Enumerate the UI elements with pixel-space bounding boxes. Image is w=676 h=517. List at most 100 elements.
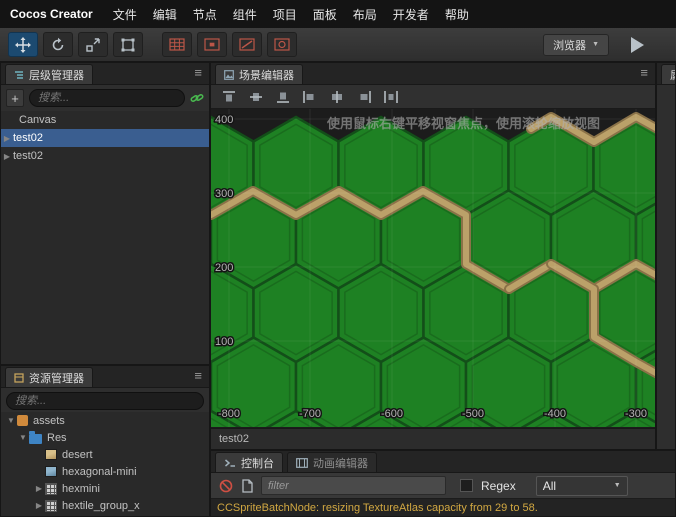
- move-tool-button[interactable]: [8, 32, 38, 57]
- collapse-arrow-icon[interactable]: ▶: [33, 484, 45, 493]
- hex-tilemap: -800 -700 -600 -500 -400 -300 400 300 200 100: [211, 109, 655, 427]
- hierarchy-node-canvas[interactable]: Canvas: [1, 111, 209, 129]
- image-asset-icon: [45, 466, 57, 477]
- collapse-arrow-icon[interactable]: ▶: [1, 152, 13, 161]
- asset-label: Res: [47, 431, 67, 444]
- console-filter-input[interactable]: [261, 476, 446, 495]
- align-left-button[interactable]: [298, 87, 322, 107]
- log-level-select[interactable]: All ▼: [535, 475, 628, 496]
- assets-toolbar: [1, 388, 209, 414]
- asset-node-hexmini[interactable]: ▶ hexmini: [1, 480, 209, 497]
- align-bottom-icon: [277, 92, 289, 103]
- console-tab-label: 控制台: [241, 457, 274, 470]
- expand-arrow-icon[interactable]: ▼: [5, 416, 17, 425]
- hierarchy-search-input[interactable]: [29, 89, 185, 107]
- align-right-icon: [360, 90, 371, 103]
- tile-brush-icon: [204, 38, 220, 51]
- menu-item-layout[interactable]: 布局: [345, 6, 385, 23]
- tab-console[interactable]: 控制台: [215, 452, 283, 472]
- rect-tool-button[interactable]: [113, 32, 143, 57]
- main-toolbar: 浏览器 ▼: [0, 28, 676, 62]
- regex-checkbox[interactable]: [460, 479, 473, 492]
- assets-menu-icon[interactable]: ≡: [194, 369, 202, 382]
- menu-item-help[interactable]: 帮助: [437, 6, 477, 23]
- rect-transform-icon: [121, 38, 135, 51]
- menu-item-developer[interactable]: 开发者: [385, 6, 437, 23]
- menu-item-project[interactable]: 项目: [265, 6, 305, 23]
- svg-text:300: 300: [215, 188, 233, 200]
- align-middle-icon: [250, 92, 262, 101]
- inspector-tab-label: 属性检查器: [670, 67, 675, 83]
- assets-tab-label: 资源管理器: [29, 372, 84, 385]
- link-icon[interactable]: [190, 91, 204, 105]
- node-label: test02: [13, 132, 43, 144]
- tilemap-asset-icon: [45, 482, 57, 495]
- scene-menu-icon[interactable]: ≡: [640, 66, 648, 79]
- asset-node-assets[interactable]: ▼ assets: [1, 412, 209, 429]
- log-entry-warning: CCSpriteBatchNode: resizing TextureAtlas…: [217, 502, 538, 514]
- inspector-panel-partial: 属性检查器: [656, 62, 676, 450]
- create-node-button[interactable]: +: [6, 89, 24, 107]
- menu-item-node[interactable]: 节点: [185, 6, 225, 23]
- hierarchy-node-test02[interactable]: ▶ test02: [1, 129, 209, 147]
- node-label: Canvas: [19, 114, 57, 126]
- asset-node-hexagonal-mini[interactable]: hexagonal-mini: [1, 463, 209, 480]
- asset-node-desert[interactable]: desert: [1, 446, 209, 463]
- menu-item-panel[interactable]: 面板: [305, 6, 345, 23]
- assets-root-icon: [17, 415, 28, 426]
- scene-canvas[interactable]: -800 -700 -600 -500 -400 -300 400 300 200 100 使用鼠…: [211, 109, 655, 428]
- hierarchy-node-test02-2[interactable]: ▶ test02: [1, 147, 209, 165]
- menu-item-edit[interactable]: 编辑: [145, 6, 185, 23]
- tilemap-asset-icon: [45, 499, 57, 512]
- tilemap-tool-3-button[interactable]: [232, 32, 262, 57]
- tab-assets[interactable]: 资源管理器: [5, 367, 93, 387]
- align-middle-button[interactable]: [244, 87, 268, 107]
- console-icon: [225, 458, 235, 467]
- play-button[interactable]: [631, 36, 644, 53]
- distribute-button[interactable]: [379, 87, 403, 107]
- align-center-icon: [332, 90, 342, 103]
- scene-tabbar: 场景编辑器 ≡: [211, 63, 655, 85]
- asset-label: hexagonal-mini: [62, 465, 137, 478]
- tab-inspector[interactable]: 属性检查器: [661, 64, 675, 84]
- move-icon: [15, 36, 31, 53]
- animation-icon: [296, 457, 308, 468]
- asset-node-hextile-group-x[interactable]: ▶ hextile_group_x: [1, 497, 209, 514]
- align-right-button[interactable]: [352, 87, 376, 107]
- hierarchy-tree: Canvas ▶ test02 ▶ test02: [1, 111, 209, 364]
- distribute-icon: [384, 90, 398, 103]
- asset-node-res[interactable]: ▼ Res: [1, 429, 209, 446]
- rotate-tool-button[interactable]: [43, 32, 73, 57]
- assets-tabbar: 资源管理器 ≡: [1, 366, 209, 388]
- tilemap-tool-2-button[interactable]: [197, 32, 227, 57]
- tilemap-tool-4-button[interactable]: [267, 32, 297, 57]
- align-top-icon: [223, 90, 235, 101]
- tilemap-tool-1-button[interactable]: [162, 32, 192, 57]
- menu-item-file[interactable]: 文件: [105, 6, 145, 23]
- align-center-button[interactable]: [325, 87, 349, 107]
- menu-bar: Cocos Creator 文件 编辑 节点 组件 项目 面板 布局 开发者 帮…: [0, 0, 676, 28]
- scale-tool-button[interactable]: [78, 32, 108, 57]
- open-log-file-button[interactable]: [241, 478, 253, 493]
- collapse-arrow-icon[interactable]: ▶: [33, 501, 45, 510]
- tab-hierarchy[interactable]: 层级管理器: [5, 64, 93, 84]
- align-top-button[interactable]: [217, 87, 241, 107]
- preview-target-button[interactable]: 浏览器 ▼: [543, 33, 609, 56]
- tab-animation-editor[interactable]: 动画编辑器: [287, 452, 377, 472]
- align-bottom-button[interactable]: [271, 87, 295, 107]
- hierarchy-menu-icon[interactable]: ≡: [194, 66, 202, 79]
- svg-text:400: 400: [215, 114, 233, 126]
- animation-tab-label: 动画编辑器: [313, 457, 368, 470]
- tile-circle-icon: [274, 38, 290, 51]
- svg-text:100: 100: [215, 336, 233, 348]
- menu-item-component[interactable]: 组件: [225, 6, 265, 23]
- clear-console-button[interactable]: [219, 479, 233, 493]
- expand-arrow-icon[interactable]: ▼: [17, 433, 29, 442]
- asset-label: desert: [62, 448, 93, 461]
- scene-toolbar: [211, 85, 655, 109]
- tab-scene-editor[interactable]: 场景编辑器: [215, 64, 303, 84]
- asset-label: assets: [33, 414, 65, 427]
- assets-search-input[interactable]: [6, 392, 204, 410]
- collapse-arrow-icon[interactable]: ▶: [1, 134, 13, 143]
- hierarchy-tab-label: 层级管理器: [29, 69, 84, 82]
